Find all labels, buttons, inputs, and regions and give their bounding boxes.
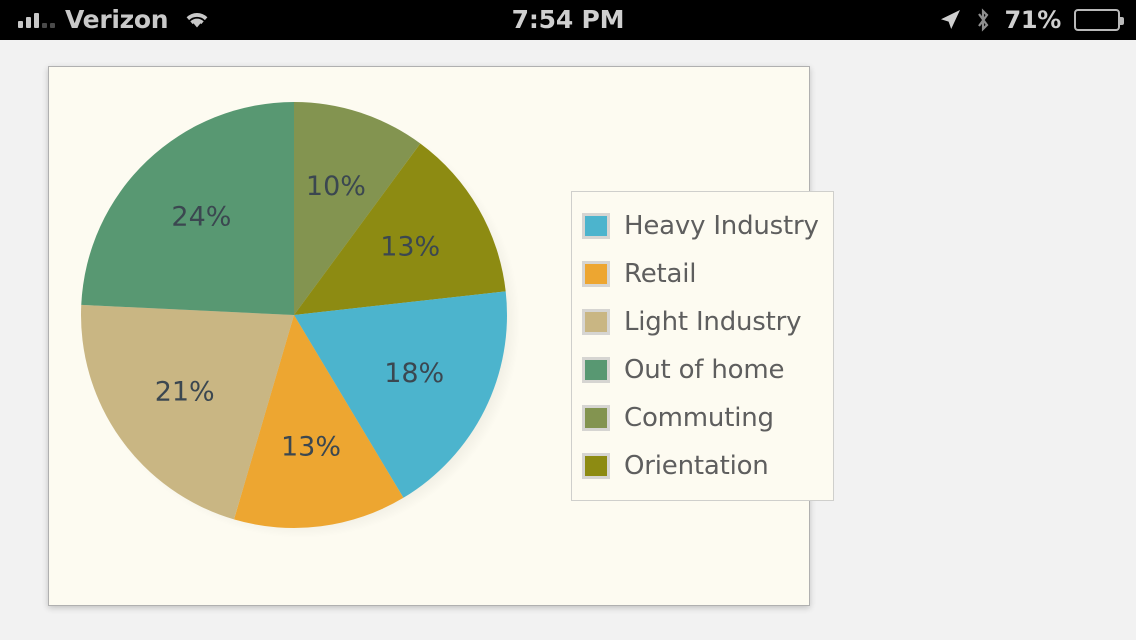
pie-chart: 10% 13% 18% 13% 21% 24% bbox=[59, 75, 529, 545]
legend-item[interactable]: Retail bbox=[582, 250, 819, 298]
legend-item[interactable]: Commuting bbox=[582, 394, 819, 442]
pie-slice-label: 10% bbox=[306, 171, 366, 202]
legend-item-label: Light Industry bbox=[624, 307, 802, 337]
bluetooth-icon bbox=[978, 8, 989, 32]
pie-slice-label: 21% bbox=[155, 376, 215, 407]
legend-color-swatch bbox=[582, 405, 610, 431]
pie-slice-label: 24% bbox=[171, 201, 231, 232]
legend-color-swatch bbox=[582, 357, 610, 383]
pie-slice-group bbox=[80, 102, 508, 528]
location-arrow-icon bbox=[941, 10, 961, 29]
legend-item[interactable]: Light Industry bbox=[582, 298, 819, 346]
legend-color-swatch bbox=[582, 213, 610, 239]
legend-item-label: Heavy Industry bbox=[624, 211, 819, 241]
legend-item[interactable]: Out of home bbox=[582, 346, 819, 394]
pie-chart-svg: 10% 13% 18% 13% 21% 24% bbox=[80, 102, 520, 538]
legend-color-swatch bbox=[582, 309, 610, 335]
pie-slice-label: 13% bbox=[281, 432, 341, 463]
battery-icon bbox=[1074, 9, 1124, 31]
status-bar: Verizon 7:54 PM 71% bbox=[0, 0, 1136, 40]
legend-item[interactable]: Orientation bbox=[582, 442, 819, 490]
chart-legend: Heavy Industry Retail Light Industry Out of… bbox=[571, 191, 834, 501]
legend-item-label: Commuting bbox=[624, 403, 774, 433]
legend-item-label: Retail bbox=[624, 259, 697, 289]
legend-item[interactable]: Heavy Industry bbox=[582, 202, 819, 250]
pie-slice-label: 13% bbox=[380, 231, 440, 262]
battery-percent-label: 71% bbox=[1004, 6, 1061, 34]
pie-slice-label: 18% bbox=[384, 358, 444, 389]
chart-panel: 10% 13% 18% 13% 21% 24% Heavy Industry Retail L… bbox=[48, 66, 834, 606]
legend-item-label: Out of home bbox=[624, 355, 785, 385]
status-bar-right: 71% bbox=[938, 0, 1124, 40]
legend-item-label: Orientation bbox=[624, 451, 769, 481]
legend-color-swatch bbox=[582, 261, 610, 287]
chart-panel-inner: 10% 13% 18% 13% 21% 24% Heavy Industry Retail L… bbox=[49, 67, 834, 605]
legend-color-swatch bbox=[582, 453, 610, 479]
